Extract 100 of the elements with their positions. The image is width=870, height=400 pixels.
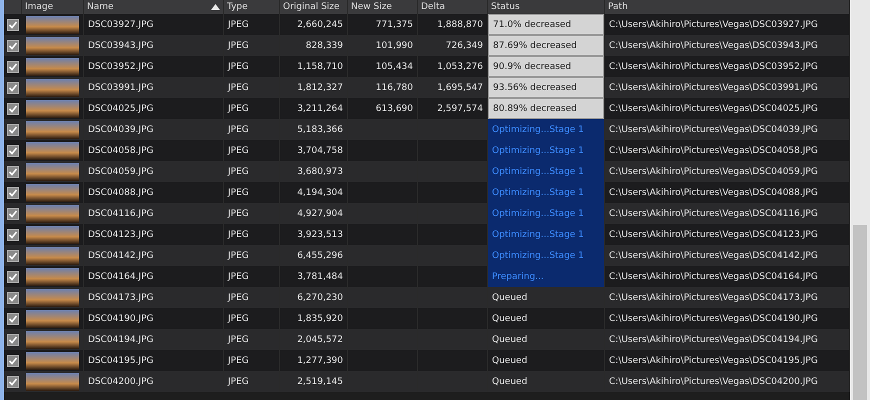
table-cell: 1,158,710	[297, 62, 343, 72]
table-cell: DSC04142.JPG	[88, 250, 154, 260]
table-cell: 1,888,870	[437, 20, 483, 30]
checkbox[interactable]	[7, 144, 19, 156]
table-cell: 3,704,758	[297, 146, 343, 156]
table-cell: 116,780	[376, 82, 413, 92]
photo-placeholder	[26, 372, 79, 390]
table-cell: JPEG	[228, 20, 249, 30]
table-cell: 771,375	[376, 20, 413, 30]
table-cell: C:\Users\Akihiro\Pictures\Vegas\DSC04142.JPG	[609, 250, 818, 260]
table-cell: DSC03943.JPG	[88, 40, 154, 50]
photo-placeholder	[26, 204, 79, 222]
table-cell: JPEG	[228, 166, 249, 176]
photo-placeholder	[26, 288, 79, 306]
table-cell: C:\Users\Akihiro\Pictures\Vegas\DSC04116.JPG	[609, 208, 818, 218]
status-cell: Preparing...	[488, 266, 604, 287]
photo-placeholder	[26, 162, 79, 180]
checkbox[interactable]	[7, 82, 19, 94]
table-cell: DSC04059.JPG	[88, 166, 154, 176]
scrollbar[interactable]	[850, 0, 870, 400]
checkbox[interactable]	[7, 228, 19, 240]
checkbox[interactable]	[7, 60, 19, 72]
table-cell: C:\Users\Akihiro\Pictures\Vegas\DSC04058.JPG	[609, 146, 818, 156]
table-cell: DSC03952.JPG	[88, 62, 154, 72]
table-cell: 3,211,264	[297, 104, 343, 114]
checkbox[interactable]	[7, 124, 19, 136]
checkbox[interactable]	[7, 208, 19, 220]
table-cell: 6,455,296	[297, 250, 343, 260]
table-cell: 4,927,904	[297, 208, 343, 218]
photo-placeholder	[26, 142, 79, 160]
checkbox[interactable]	[7, 334, 19, 346]
table-cell: C:\Users\Akihiro\Pictures\Vegas\DSC03952.JPG	[609, 62, 818, 72]
table-cell: DSC04116.JPG	[88, 208, 154, 218]
table-cell: 2,597,574	[437, 104, 483, 114]
photo-placeholder	[26, 310, 79, 328]
checkbox[interactable]	[7, 186, 19, 198]
table-cell: C:\Users\Akihiro\Pictures\Vegas\DSC04059.JPG	[609, 166, 818, 176]
photo-placeholder	[26, 78, 79, 96]
photo-placeholder	[26, 226, 79, 244]
table-cell: DSC04190.JPG	[88, 314, 154, 324]
table-cell: C:\Users\Akihiro\Pictures\Vegas\DSC03991.JPG	[609, 82, 818, 92]
table-cell: DSC04039.JPG	[88, 124, 154, 134]
checkbox[interactable]	[7, 376, 19, 388]
photo-placeholder	[26, 36, 79, 54]
table-cell: DSC04195.JPG	[88, 356, 154, 366]
table-cell: 726,349	[446, 40, 483, 50]
photo-placeholder	[26, 100, 79, 118]
table-cell: JPEG	[228, 146, 249, 156]
table-cell: JPEG	[228, 314, 249, 324]
checkbox[interactable]	[7, 18, 19, 30]
checkbox[interactable]	[7, 166, 19, 178]
table-cell: 1,835,920	[297, 314, 343, 324]
table-cell: DSC04173.JPG	[88, 292, 154, 302]
table-cell: DSC03991.JPG	[88, 82, 154, 92]
photo-placeholder	[26, 330, 79, 348]
checkbox[interactable]	[7, 312, 19, 324]
table-cell: JPEG	[228, 376, 249, 386]
status-cell: 90.9% decreased	[488, 56, 604, 77]
table-cell: JPEG	[228, 356, 249, 366]
photo-placeholder	[26, 58, 79, 76]
table-cell: 1,053,276	[437, 62, 483, 72]
table-cell: JPEG	[228, 208, 249, 218]
checkbox[interactable]	[7, 354, 19, 366]
table-cell: C:\Users\Akihiro\Pictures\Vegas\DSC04194.JPG	[609, 334, 818, 344]
table-cell: JPEG	[228, 82, 249, 92]
table-cell: C:\Users\Akihiro\Pictures\Vegas\DSC04190.JPG	[609, 314, 818, 324]
status-cell-text: Queued	[491, 292, 528, 304]
scrollbar-thumb[interactable]	[853, 225, 867, 400]
status-cell-text: Queued	[491, 354, 528, 368]
checkbox[interactable]	[7, 40, 19, 52]
table-cell: JPEG	[228, 104, 249, 114]
table-cell: 1,277,390	[297, 356, 343, 366]
status-cell: Optimizing...Stage 1	[488, 245, 604, 266]
table-cell: 101,990	[376, 40, 413, 50]
table-cell: JPEG	[228, 124, 249, 134]
status-cell: Optimizing...Stage 1	[488, 140, 604, 161]
table-cell: 828,339	[306, 40, 343, 50]
table-cell: C:\Users\Akihiro\Pictures\Vegas\DSC03943.JPG	[609, 40, 818, 50]
photo-placeholder	[26, 120, 79, 138]
table-cell: DSC04025.JPG	[88, 104, 154, 114]
checkbox[interactable]	[7, 250, 19, 262]
table-cell: 3,923,513	[297, 230, 343, 240]
table-cell: C:\Users\Akihiro\Pictures\Vegas\DSC03927.JPG	[609, 20, 818, 30]
checkbox[interactable]	[7, 292, 19, 304]
table-cell: DSC04200.JPG	[88, 376, 154, 386]
table-cell: C:\Users\Akihiro\Pictures\Vegas\DSC04195.JPG	[609, 356, 818, 366]
checkbox[interactable]	[7, 102, 19, 114]
table-cell: 5,183,366	[297, 124, 343, 134]
table-cell: JPEG	[228, 250, 249, 260]
table-cell: 6,270,230	[297, 292, 343, 302]
table-cell: DSC04123.JPG	[88, 230, 154, 240]
status-cell: Optimizing...Stage 1	[488, 161, 604, 182]
status-cell: 93.56% decreased	[488, 77, 604, 98]
checkbox[interactable]	[7, 270, 19, 282]
photo-placeholder	[26, 268, 79, 286]
table-cell: DSC04058.JPG	[88, 146, 154, 156]
table-cell: 2,660,245	[297, 20, 343, 30]
table-cell: 3,680,973	[297, 166, 343, 176]
status-cell: Optimizing...Stage 1	[488, 224, 604, 245]
photo-placeholder	[26, 352, 79, 370]
